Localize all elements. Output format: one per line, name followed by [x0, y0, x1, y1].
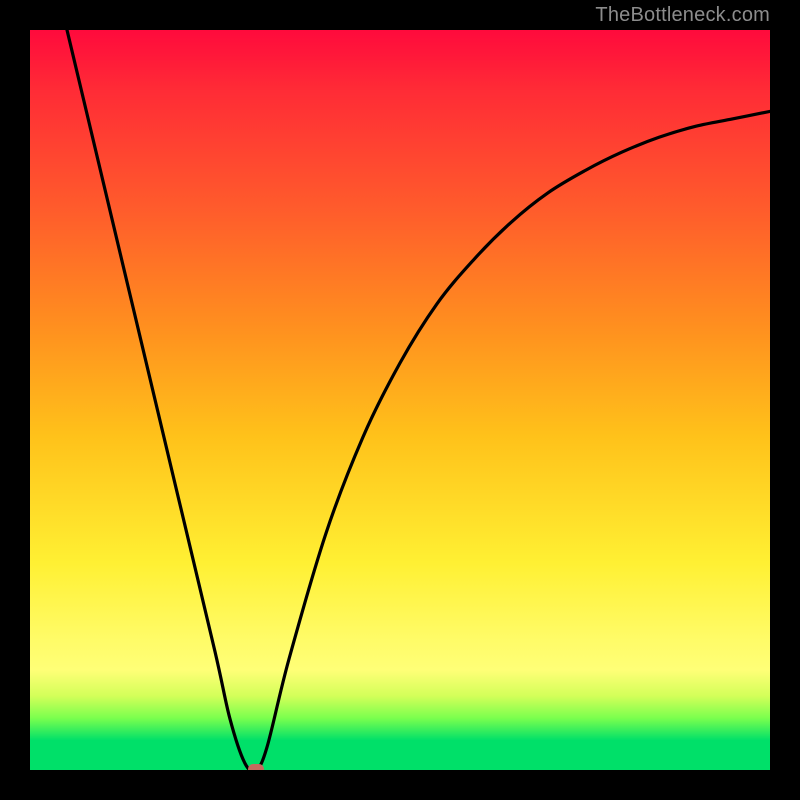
chart-frame: TheBottleneck.com [0, 0, 800, 800]
bottleneck-curve [30, 30, 770, 770]
optimum-marker [248, 764, 264, 770]
curve-path [67, 30, 770, 770]
attribution-text: TheBottleneck.com [595, 4, 770, 27]
plot-area [30, 30, 770, 770]
